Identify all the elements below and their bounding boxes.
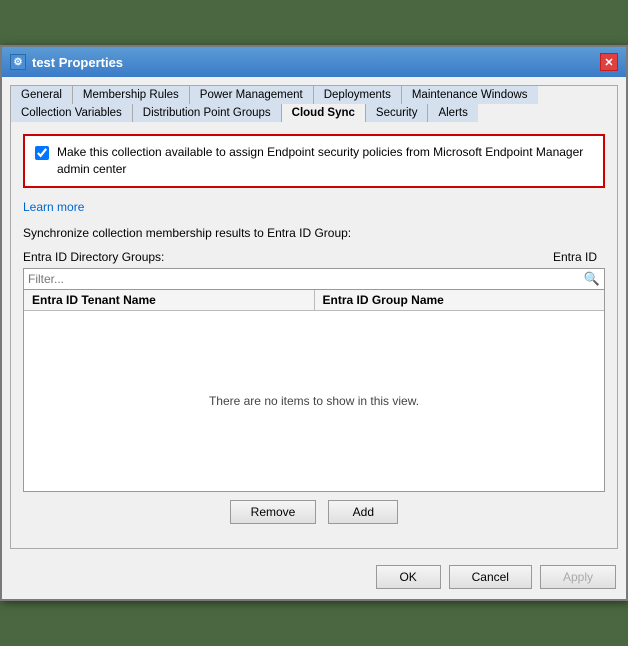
table-action-buttons: Remove Add [23, 500, 605, 524]
footer-buttons: OK Cancel Apply [2, 557, 626, 599]
column-tenant-name: Entra ID Tenant Name [24, 290, 315, 310]
tabs-container: General Membership Rules Power Managemen… [2, 77, 626, 557]
add-button[interactable]: Add [328, 500, 398, 524]
cancel-button[interactable]: Cancel [449, 565, 532, 589]
ok-button[interactable]: OK [376, 565, 441, 589]
sync-description: Synchronize collection membership result… [23, 226, 605, 240]
remove-button[interactable]: Remove [230, 500, 317, 524]
column-group-name: Entra ID Group Name [315, 290, 605, 310]
tab-distribution-point-groups[interactable]: Distribution Point Groups [133, 104, 282, 122]
endpoint-security-label: Make this collection available to assign… [57, 144, 593, 178]
endpoint-security-section: Make this collection available to assign… [23, 134, 605, 188]
filter-input[interactable] [28, 272, 584, 286]
tab-membership-rules[interactable]: Membership Rules [73, 86, 190, 104]
close-button[interactable]: ✕ [600, 53, 618, 71]
tab-power-management[interactable]: Power Management [190, 86, 314, 104]
title-bar: ⚙ test Properties ✕ [2, 47, 626, 77]
window-icon: ⚙ [10, 54, 26, 70]
tab-general[interactable]: General [11, 86, 73, 104]
learn-more-link[interactable]: Learn more [23, 200, 84, 214]
apply-button[interactable]: Apply [540, 565, 616, 589]
tab-deployments[interactable]: Deployments [314, 86, 402, 104]
tab-alerts[interactable]: Alerts [428, 104, 477, 122]
window-title: test Properties [32, 55, 123, 70]
tab-collection-variables[interactable]: Collection Variables [11, 104, 133, 122]
tab-cloud-sync[interactable]: Cloud Sync [282, 104, 366, 122]
endpoint-security-checkbox[interactable] [35, 146, 49, 160]
properties-window: ⚙ test Properties ✕ General Membership R… [0, 45, 628, 601]
directory-table: Entra ID Tenant Name Entra ID Group Name… [23, 290, 605, 492]
directory-label: Entra ID Directory Groups: [23, 250, 164, 264]
entra-id-column-label: Entra ID [553, 250, 597, 264]
directory-header: Entra ID Directory Groups: Entra ID [23, 250, 605, 264]
search-icon: 🔍 [584, 271, 600, 287]
tab-security[interactable]: Security [366, 104, 429, 122]
table-body: There are no items to show in this view. [24, 311, 604, 491]
tab-maintenance-windows[interactable]: Maintenance Windows [402, 86, 538, 104]
empty-message: There are no items to show in this view. [209, 394, 419, 408]
tab-content-area: Make this collection available to assign… [10, 122, 618, 549]
filter-row: 🔍 [23, 268, 605, 290]
table-header: Entra ID Tenant Name Entra ID Group Name [24, 290, 604, 311]
